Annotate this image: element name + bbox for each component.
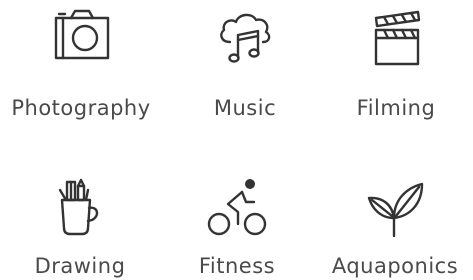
tile-label: Drawing [34, 254, 126, 278]
tile-label: Filming [356, 96, 436, 120]
cloud-music-note-icon [220, 13, 271, 63]
tile-label: Music [213, 96, 277, 120]
tile-drawing[interactable]: Drawing [0, 150, 160, 280]
clapperboard-icon [374, 10, 421, 66]
tile-label: Aquaponics [331, 254, 459, 278]
tile-filming[interactable]: Filming [316, 0, 473, 140]
sprout-icon [367, 182, 424, 238]
tile-photography[interactable]: Photography [1, 0, 161, 140]
cyclist-icon [207, 179, 267, 236]
tile-music[interactable]: Music [165, 0, 325, 140]
brush-cup-icon [58, 178, 99, 236]
tile-label: Photography [11, 96, 151, 120]
tile-fitness[interactable]: Fitness [157, 150, 317, 280]
tile-label: Fitness [198, 254, 276, 278]
tile-aquaponics[interactable]: Aquaponics [315, 150, 473, 280]
camera-icon [54, 9, 110, 60]
